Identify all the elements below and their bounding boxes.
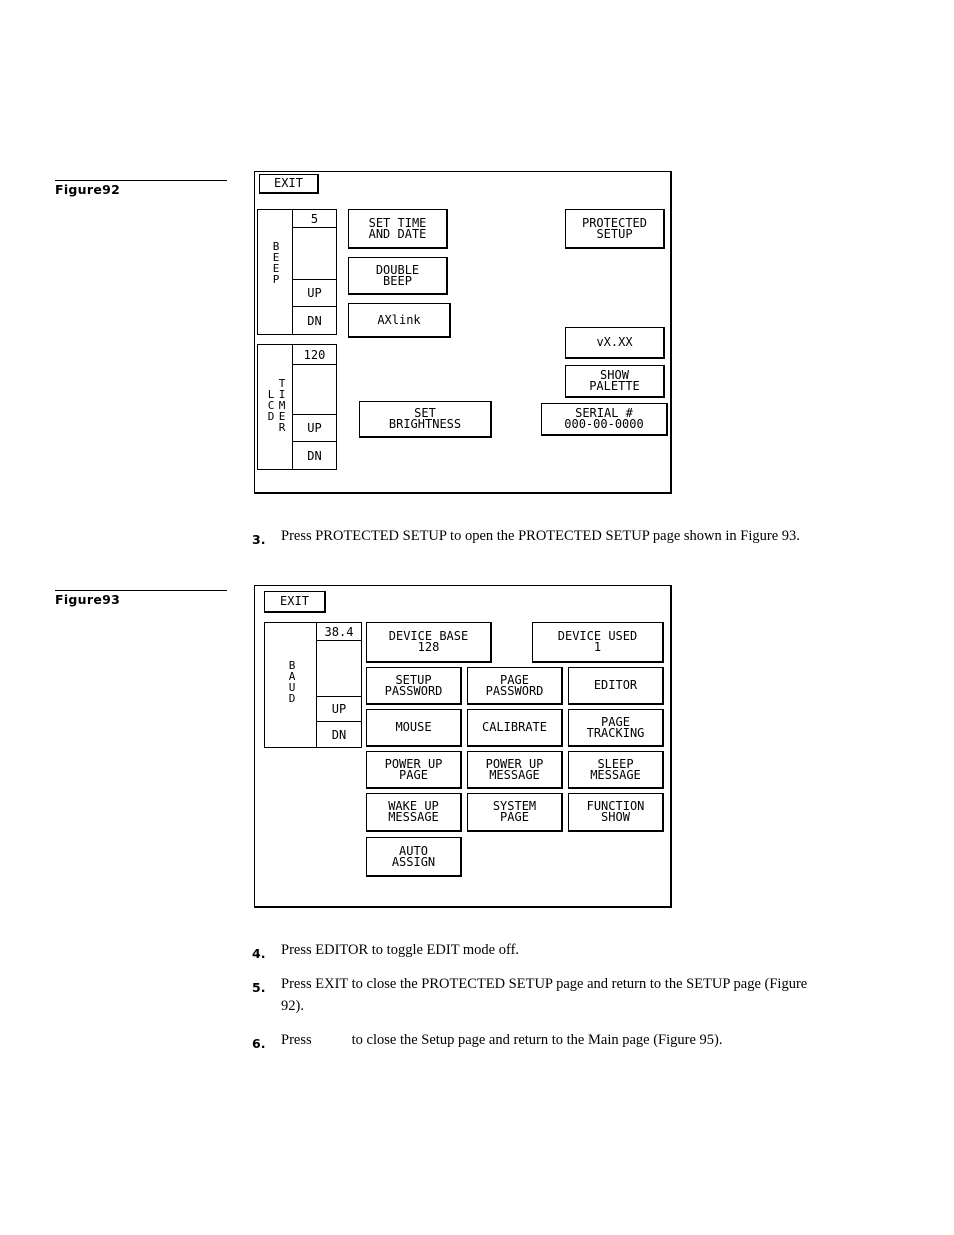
button-line: PASSWORD [485,683,544,698]
button-line: PAGE [399,767,428,782]
auto-assign-button[interactable]: AUTO ASSIGN [366,837,462,877]
system-page-button[interactable]: SYSTEM PAGE [467,793,563,832]
button-line: 128 [417,640,440,654]
device-base-button[interactable]: DEVICE BASE 128 [366,622,492,663]
button-line: ASSIGN [391,854,436,869]
figure-rule [55,590,227,591]
baud-label: BAUD [288,659,296,705]
beep-dn-button[interactable]: DN [292,306,337,335]
page-tracking-button[interactable]: PAGE TRACKING [568,709,664,747]
axlink-button[interactable]: AXlink [348,303,451,338]
button-line: PASSWORD [384,683,443,698]
exit-button-label: EXIT [274,176,303,190]
lcd-timer-dn-button[interactable]: DN [292,441,337,470]
editor-button[interactable]: EDITOR [568,667,664,705]
step-4: 4. Press EDITOR to toggle EDIT mode off. [252,939,812,961]
baud-value: 38.4 [316,622,362,641]
exit-button[interactable]: EXIT [259,174,319,194]
button-line: MESSAGE [590,767,641,782]
power-up-message-button[interactable]: POWER UP MESSAGE [467,751,563,789]
step-text: Press to close the Setup page and return … [281,1029,812,1051]
button-line: MESSAGE [489,767,540,782]
setup-password-button[interactable]: SETUP PASSWORD [366,667,462,705]
button-line: PAGE [500,810,529,824]
lcd-timer-bargraph [292,364,337,415]
step-3: 3. Press PROTECTED SETUP to open the PRO… [252,525,812,547]
button-line: SETUP [596,226,633,241]
button-line: BEEP [383,273,412,288]
sleep-message-button[interactable]: SLEEP MESSAGE [568,751,664,789]
lcd-timer-value: 120 [292,344,337,365]
button-line: 000-00-0000 [564,417,644,431]
figure-92-label: Figure92 [55,182,121,197]
device-used-button[interactable]: DEVICE USED 1 [532,622,664,663]
beep-up-button[interactable]: UP [292,279,337,307]
figure-rule [55,180,227,181]
step-number: 5. [252,980,266,995]
set-brightness-button[interactable]: SET BRIGHTNESS [359,401,492,438]
function-show-button[interactable]: FUNCTION SHOW [568,793,664,832]
timer-label: TIMER [278,377,286,434]
step-text-after: to close the Setup page and return to th… [351,1032,723,1048]
serial-number-button[interactable]: SERIAL # 000-00-0000 [541,403,668,436]
step-number: 4. [252,946,266,961]
button-line: TRACKING [586,725,645,740]
wake-up-message-button[interactable]: WAKE UP MESSAGE [366,793,462,832]
button-line: AXlink [377,312,421,327]
version-button[interactable]: vX.XX [565,327,665,359]
double-beep-button[interactable]: DOUBLE BEEP [348,257,448,295]
button-line: CALIBRATE [481,720,548,734]
set-time-and-date-button[interactable]: SET TIME AND DATE [348,209,448,249]
button-line: MOUSE [395,720,432,734]
step-text-before: Press [281,1032,312,1048]
step-number: 6. [252,1036,266,1051]
baud-dn-button[interactable]: DN [316,721,362,748]
step-text: Press PROTECTED SETUP to open the PROTEC… [281,528,800,544]
button-line: EDITOR [593,678,638,692]
beep-bargraph [292,227,337,280]
lcd-timer-up-button[interactable]: UP [292,414,337,442]
button-line: MESSAGE [388,810,439,824]
protected-setup-button[interactable]: PROTECTED SETUP [565,209,665,249]
step-number: 3. [252,532,266,547]
button-line: 1 [593,640,602,654]
baud-up-button[interactable]: UP [316,696,362,722]
button-line: vX.XX [596,335,633,349]
exit-button-label: EXIT [280,594,309,608]
page-password-button[interactable]: PAGE PASSWORD [467,667,563,705]
mouse-button[interactable]: MOUSE [366,709,462,747]
step-6: 6. Press to close the Setup page and retu… [252,1029,812,1051]
button-line: BRIGHTNESS [388,417,462,431]
show-palette-button[interactable]: SHOW PALETTE [565,365,665,398]
beep-label: BEEP [272,240,280,286]
step-5: 5. Press EXIT to close the PROTECTED SET… [252,973,812,1017]
power-up-page-button[interactable]: POWER UP PAGE [366,751,462,789]
button-line: PALETTE [589,379,640,393]
exit-button[interactable]: EXIT [264,591,326,613]
step-text: Press EDITOR to toggle EDIT mode off. [281,942,520,958]
button-line: SHOW [601,810,630,824]
step-text: Press EXIT to close the PROTECTED SETUP … [281,976,808,1014]
beep-value: 5 [292,209,337,228]
baud-bargraph [316,640,362,697]
button-line: AND DATE [368,226,427,241]
figure-93-label: Figure93 [55,592,121,607]
calibrate-button[interactable]: CALIBRATE [467,709,563,747]
